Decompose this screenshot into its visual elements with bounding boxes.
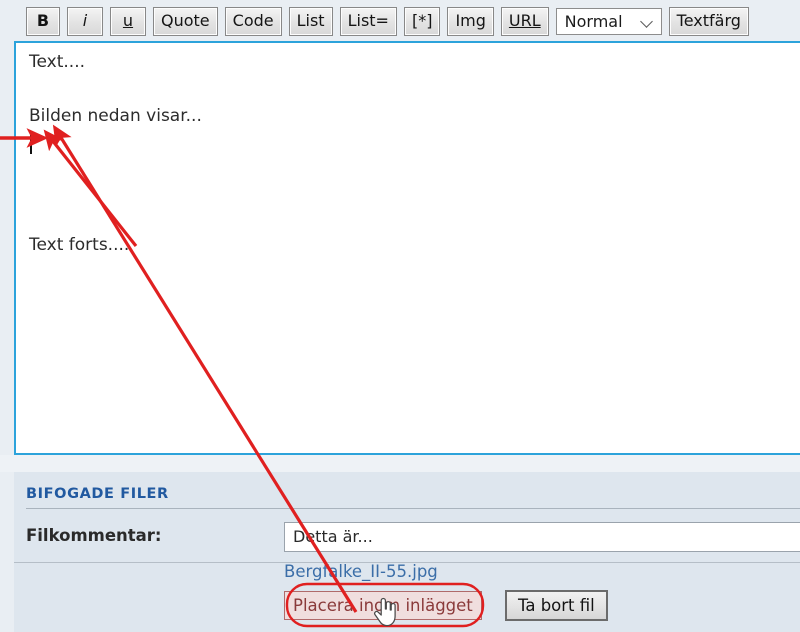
quote-button[interactable]: Quote [153,6,218,36]
editor-paragraph-1: Text.... Bilden nedan visar... [29,49,800,130]
editor-panel-gap [0,455,800,472]
font-size-select-value: Normal [564,11,623,31]
attachments-panel: BIFOGADE FILER Filkommentar: Detta är...… [14,472,800,632]
underline-button[interactable]: u [110,6,146,36]
attachments-panel-title: BIFOGADE FILER [26,486,169,502]
italic-button[interactable]: i [67,6,103,36]
post-body-textarea[interactable]: Text.... Bilden nedan visar... Text forts… [14,41,800,455]
post-editor-page: B i u Quote Code List List= [*] Img URL … [0,0,800,632]
ordered-list-button[interactable]: List= [339,6,397,36]
list-button[interactable]: List [288,6,333,36]
text-color-button[interactable]: Textfärg [668,6,749,36]
place-inline-button[interactable]: Placera inom inlägget [284,591,482,620]
panel-divider [26,508,800,509]
chevron-down-icon [641,15,654,28]
list-item-button[interactable]: [*] [403,6,441,36]
editor-line-1: Text.... [29,52,85,72]
text-caret [30,131,32,154]
font-size-select[interactable]: Normal [555,7,662,35]
bold-button[interactable]: B [26,6,60,36]
remove-file-button[interactable]: Ta bort fil [505,590,608,621]
attached-file-link[interactable]: Bergfalke_II-55.jpg [284,562,438,581]
code-button[interactable]: Code [224,6,282,36]
editor-line-3: Text forts.... [29,235,130,255]
url-button[interactable]: URL [500,6,549,36]
editor-line-2: Bilden nedan visar... [29,106,202,126]
bbcode-toolbar: B i u Quote Code List List= [*] Img URL … [0,0,800,42]
file-comment-input[interactable]: Detta är... [284,522,800,552]
file-comment-label: Filkommentar: [26,526,162,545]
image-button[interactable]: Img [447,6,494,36]
